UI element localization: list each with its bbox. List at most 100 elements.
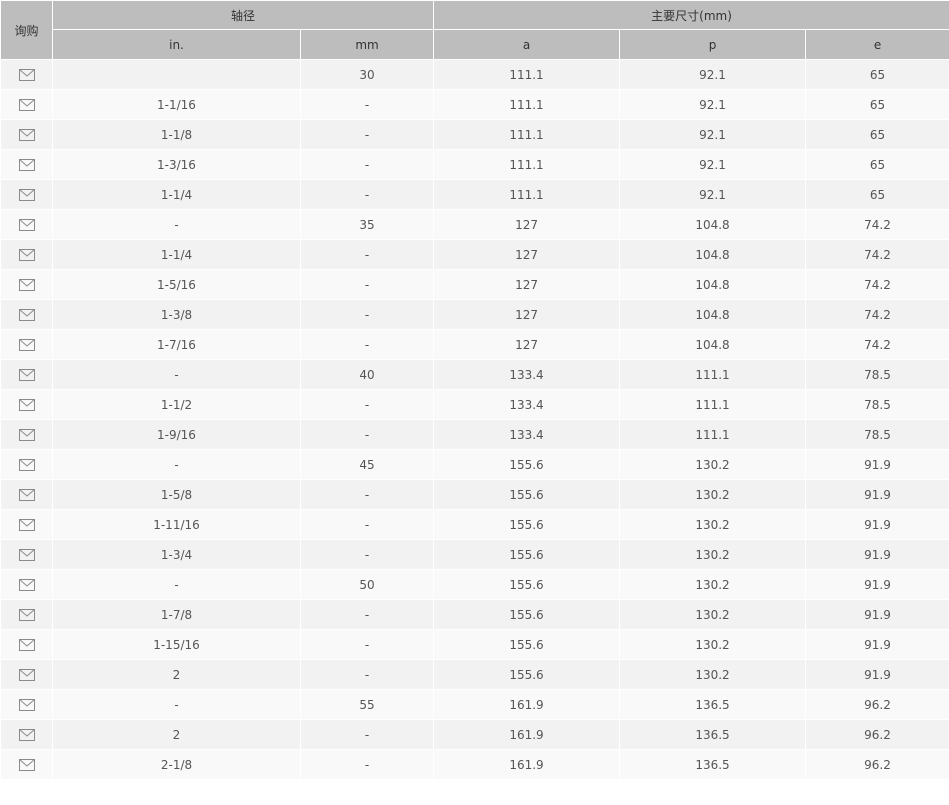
cell-p: 104.8 (619, 239, 807, 270)
cell-mm: - (299, 539, 435, 570)
mail-icon[interactable] (18, 429, 35, 441)
table-row: -50 155.6 130.2 91.9 (0, 569, 949, 600)
cell-e: 78.5 (805, 359, 949, 390)
cell-p: 130.2 (619, 629, 807, 660)
cell-p: 130.2 (619, 479, 807, 510)
inquiry-cell (0, 479, 53, 510)
cell-e: 78.5 (805, 389, 949, 420)
column-header-p: p (619, 29, 807, 60)
table-header: 询购 轴径 主要尺寸(mm) in. mm a p e (0, 0, 949, 60)
column-header-a: a (433, 29, 621, 60)
inquiry-cell (0, 299, 53, 330)
cell-e: 74.2 (805, 239, 949, 270)
table-row: 1-1/4-127 104.8 74.2 (0, 239, 949, 270)
mail-icon[interactable] (18, 759, 35, 771)
cell-a: 133.4 (433, 359, 621, 390)
cell-mm: - (299, 119, 435, 150)
table-row: 1-3/4-155.6 130.2 91.9 (0, 539, 949, 570)
cell-a: 127 (433, 209, 621, 240)
cell-mm: - (299, 509, 435, 540)
mail-icon[interactable] (18, 519, 35, 531)
cell-a: 155.6 (433, 539, 621, 570)
mail-icon[interactable] (18, 99, 35, 111)
mail-icon[interactable] (18, 249, 35, 261)
inquiry-cell (0, 329, 53, 360)
cell-mm: - (299, 149, 435, 180)
table-row: -45 155.6 130.2 91.9 (0, 449, 949, 480)
cell-mm: - (299, 389, 435, 420)
table-row: 1-15/16-155.6 130.2 91.9 (0, 629, 949, 660)
mail-icon[interactable] (18, 309, 35, 321)
mail-icon[interactable] (18, 69, 35, 81)
inquiry-cell (0, 539, 53, 570)
cell-e: 74.2 (805, 299, 949, 330)
cell-e: 91.9 (805, 569, 949, 600)
inquiry-cell (0, 149, 53, 180)
cell-inch: 1-1/16 (52, 89, 301, 120)
cell-p: 104.8 (619, 269, 807, 300)
cell-e: 65 (805, 89, 949, 120)
cell-e: 78.5 (805, 419, 949, 450)
mail-icon[interactable] (18, 219, 35, 231)
table-row: 1-11/16-155.6 130.2 91.9 (0, 509, 949, 540)
inquiry-cell (0, 569, 53, 600)
table-row: 1-1/4-111.1 92.1 65 (0, 179, 949, 210)
mail-icon[interactable] (18, 399, 35, 411)
mail-icon[interactable] (18, 669, 35, 681)
cell-mm: - (299, 629, 435, 660)
inquiry-cell (0, 89, 53, 120)
cell-e: 65 (805, 119, 949, 150)
mail-icon[interactable] (18, 369, 35, 381)
inquiry-cell (0, 689, 53, 720)
mail-icon[interactable] (18, 189, 35, 201)
cell-inch: - (52, 449, 301, 480)
cell-e: 74.2 (805, 329, 949, 360)
cell-a: 127 (433, 269, 621, 300)
cell-e: 91.9 (805, 599, 949, 630)
cell-mm: 55 (299, 689, 435, 720)
mail-icon[interactable] (18, 279, 35, 291)
cell-inch: 2 (52, 719, 301, 750)
inquiry-cell (0, 359, 53, 390)
cell-mm: - (299, 269, 435, 300)
cell-inch: 1-3/8 (52, 299, 301, 330)
cell-mm: - (299, 719, 435, 750)
mail-icon[interactable] (18, 339, 35, 351)
mail-icon[interactable] (18, 489, 35, 501)
cell-a: 111.1 (433, 59, 621, 90)
mail-icon[interactable] (18, 579, 35, 591)
mail-icon[interactable] (18, 459, 35, 471)
cell-mm: - (299, 419, 435, 450)
cell-a: 155.6 (433, 479, 621, 510)
mail-icon[interactable] (18, 129, 35, 141)
cell-p: 104.8 (619, 329, 807, 360)
mail-icon[interactable] (18, 639, 35, 651)
inquiry-cell (0, 59, 53, 90)
cell-inch: - (52, 569, 301, 600)
mail-icon[interactable] (18, 159, 35, 171)
cell-mm: - (299, 749, 435, 780)
cell-a: 161.9 (433, 689, 621, 720)
cell-p: 130.2 (619, 539, 807, 570)
table-row: 1-5/16-127 104.8 74.2 (0, 269, 949, 300)
mail-icon[interactable] (18, 549, 35, 561)
cell-p: 104.8 (619, 299, 807, 330)
inquiry-cell (0, 269, 53, 300)
cell-p: 130.2 (619, 509, 807, 540)
cell-inch: 1-7/8 (52, 599, 301, 630)
mail-icon[interactable] (18, 729, 35, 741)
cell-a: 111.1 (433, 119, 621, 150)
cell-a: 111.1 (433, 149, 621, 180)
cell-p: 92.1 (619, 119, 807, 150)
mail-icon[interactable] (18, 609, 35, 621)
cell-e: 91.9 (805, 659, 949, 690)
table-row: 2-1/8-161.9 136.5 96.2 (0, 749, 949, 780)
mail-icon[interactable] (18, 699, 35, 711)
inquiry-cell (0, 119, 53, 150)
table-row: 2-161.9 136.5 96.2 (0, 719, 949, 750)
cell-p: 130.2 (619, 599, 807, 630)
cell-e: 96.2 (805, 749, 949, 780)
spec-table: 询购 轴径 主要尺寸(mm) in. mm a p e 30 111.1 92.1 6… (0, 0, 949, 780)
cell-e: 91.9 (805, 629, 949, 660)
cell-a: 111.1 (433, 179, 621, 210)
